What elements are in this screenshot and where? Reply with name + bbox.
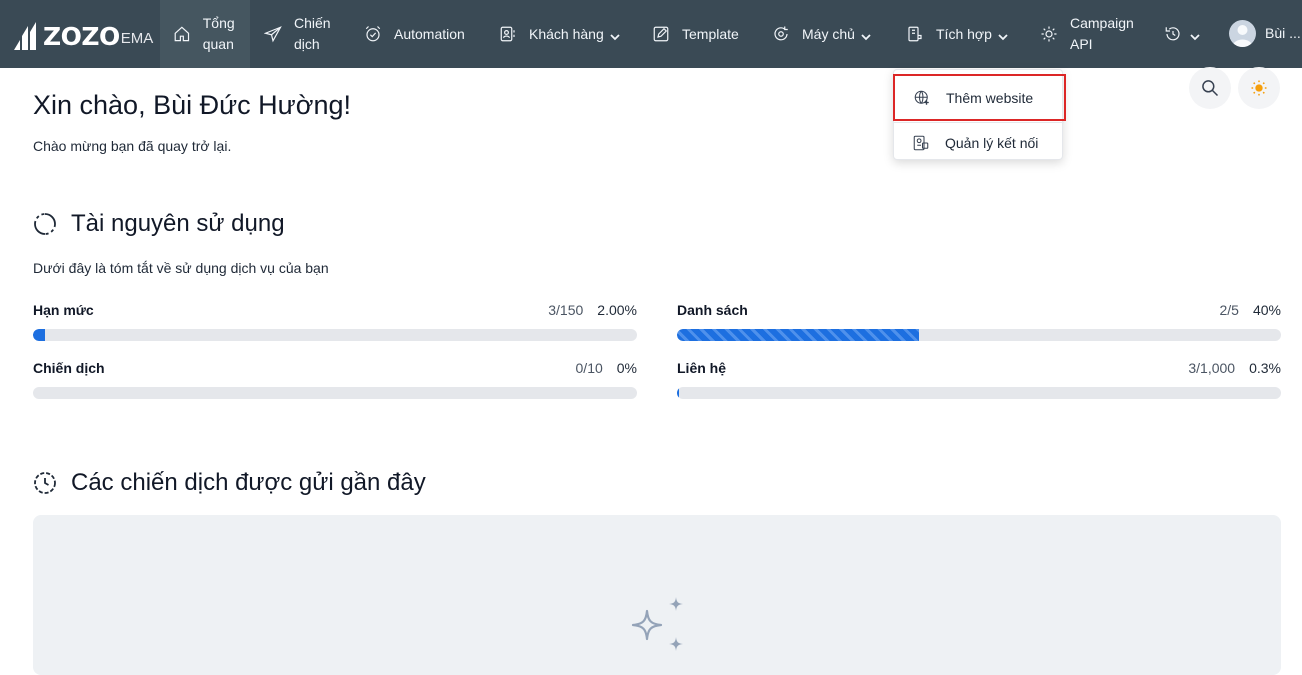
nav-label: Chiến dịch: [294, 15, 331, 52]
metric-used: 3/150: [548, 302, 584, 318]
progress-fill: [33, 329, 46, 341]
send-icon: [264, 26, 282, 43]
history-menu[interactable]: [1164, 0, 1200, 68]
api-gear-icon: [1041, 26, 1057, 42]
nav-label: Campaign API: [1070, 15, 1134, 52]
user-avatar-icon: [1232, 25, 1253, 47]
contacts-icon: [500, 26, 515, 42]
menu-item-label: Quản lý kết nối: [945, 135, 1039, 151]
loading-circle-icon: [34, 213, 56, 235]
metric-name: Liên hệ: [677, 360, 727, 376]
nav-label: Template: [682, 25, 739, 42]
metric-percent: 0.3%: [1249, 360, 1281, 376]
menu-item-quan-ly-ket-noi[interactable]: Quản lý kết nối: [894, 121, 1064, 165]
usage-subtitle: Dưới đây là tóm tắt về sử dụng dịch vụ c…: [33, 260, 329, 276]
progress-fill: [677, 387, 679, 399]
page-title: Xin chào, Bùi Đức Hường!: [33, 90, 351, 120]
globe-plus-icon: [914, 90, 929, 105]
nav-label: Automation: [394, 25, 465, 42]
nav-label: Tổng quan: [202, 15, 235, 52]
metric-name: Hạn mức: [33, 302, 94, 318]
chevron-down-icon: [610, 29, 620, 41]
metric-name: Danh sách: [677, 302, 748, 318]
sun-icon: [1251, 80, 1267, 96]
connection-icon: [913, 135, 929, 151]
search-button[interactable]: [1189, 67, 1231, 109]
progress-track: [33, 387, 637, 399]
welcome-text: Chào mừng bạn đã quay trở lại.: [33, 138, 232, 154]
nav-tich-hop[interactable]: Tích hợp: [906, 0, 1008, 68]
history-icon: [1165, 27, 1180, 41]
top-navbar: ZOZO EMA Tổng quan Chiến dịch Automation…: [0, 0, 1302, 68]
sparkle-icon: [631, 597, 683, 651]
logo-text: ZOZO: [43, 22, 120, 51]
usage-section-title: Tài nguyên sử dụng: [33, 210, 285, 238]
plug-icon: [908, 26, 922, 42]
metric-used: 2/5: [1219, 302, 1239, 318]
logo-mark-icon: [14, 22, 36, 50]
chevron-down-icon: [998, 29, 1008, 41]
metric-percent: 2.00%: [597, 302, 637, 318]
edit-icon: [653, 26, 669, 42]
nav-automation[interactable]: Automation: [364, 0, 465, 68]
menu-item-label: Thêm website: [946, 89, 1034, 106]
home-icon: [174, 26, 190, 42]
progress-fill: [677, 329, 919, 341]
nav-chien-dich[interactable]: Chiến dịch: [264, 0, 354, 68]
metric-used: 0/10: [575, 360, 603, 376]
nav-may-chu[interactable]: Máy chủ: [772, 0, 871, 68]
section-title-text: Tài nguyên sử dụng: [71, 210, 285, 237]
chevron-down-icon: [861, 29, 871, 41]
progress-track: [677, 387, 1281, 399]
logo-subtext: EMA: [120, 30, 154, 47]
chevron-down-icon: [1190, 29, 1200, 41]
nav-khach-hang[interactable]: Khách hàng: [499, 0, 620, 68]
clock-check-icon: [365, 26, 381, 42]
nav-tong-quan[interactable]: Tổng quan: [160, 0, 250, 68]
metric-percent: 0%: [616, 360, 637, 376]
avatar[interactable]: [1229, 20, 1256, 47]
nav-template[interactable]: Template: [652, 0, 739, 68]
tich-hop-dropdown: Thêm website Quản lý kết nối: [893, 69, 1066, 160]
menu-item-them-website[interactable]: Thêm website: [893, 74, 1066, 121]
progress-track: [33, 329, 637, 341]
nav-label: Máy chủ: [802, 25, 855, 42]
user-name[interactable]: Bùi ...: [1265, 24, 1301, 42]
theme-toggle-button[interactable]: [1238, 67, 1280, 109]
zozo-ema-logo[interactable]: ZOZO EMA: [12, 18, 153, 52]
metric-name: Chiến dịch: [33, 360, 105, 376]
metric-used: 3/1,000: [1188, 360, 1236, 376]
server-sync-icon: [774, 26, 788, 41]
nav-campaign-api[interactable]: Campaign API: [1040, 0, 1150, 68]
clock-icon: [34, 472, 56, 494]
search-icon: [1202, 80, 1219, 97]
nav-label: Tích hợp: [936, 25, 992, 42]
section-title-text: Các chiến dịch được gửi gần đây: [71, 469, 426, 496]
nav-label: Khách hàng: [529, 25, 604, 42]
progress-track: [677, 329, 1281, 341]
recent-section-title: Các chiến dịch được gửi gần đây: [33, 469, 426, 497]
metric-percent: 40%: [1252, 302, 1281, 318]
